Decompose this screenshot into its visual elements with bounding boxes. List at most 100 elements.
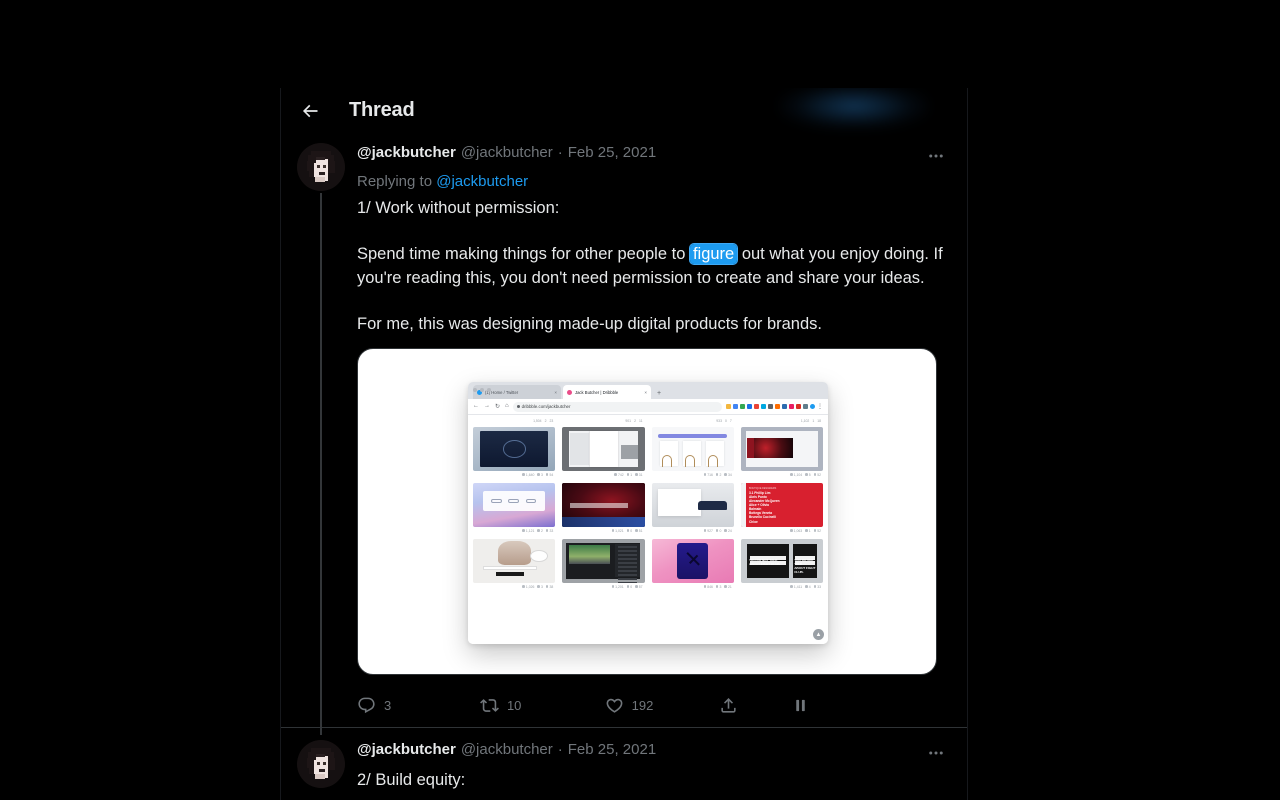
browser-reload-icon[interactable]: ↻ (495, 403, 500, 410)
avatar-pixel-portrait-icon (297, 740, 345, 788)
tweet-text-paragraph-2: Spend time making things for other peopl… (357, 242, 951, 290)
dribbble-shot-laguna-seca-poster[interactable]: 1,021 0 51 (562, 483, 645, 534)
shot-comments: 3 (537, 585, 543, 589)
retweet-button[interactable]: 10 (480, 696, 605, 715)
shot-views: 1,104 (790, 473, 802, 477)
dribbble-shot-fight-club-posters[interactable]: YOU DO NOT TALK ABOUT FIGHT CLUB. YOU DO N… (740, 539, 823, 590)
tweet-secondary[interactable]: @jackbutcher @jackbutcher · Feb 25, 2021… (281, 727, 967, 796)
shot-thumbnail[interactable] (651, 539, 734, 583)
browser-url-text: dribbble.com/jackbutcher (521, 404, 571, 409)
window-traffic-lights (473, 388, 491, 392)
shot-likes: 11 (638, 419, 643, 423)
back-button[interactable] (293, 94, 327, 128)
shot-likes: 38 (545, 585, 553, 589)
shot-thumbnail[interactable] (473, 539, 556, 583)
text-before-selection: Spend time making things for other peopl… (357, 245, 690, 263)
like-button[interactable]: 192 (605, 696, 719, 715)
dribbble-shot-motorsport-dashboard[interactable]: 1,201 0 57 (562, 539, 645, 590)
browser-nav-buttons: ← → ↻ ⌂ (473, 403, 509, 410)
dribbble-shot-brand-list-red[interactable]: BOUTIQUE DESIGNERS 3.1 Phillip Lim Akris P… (740, 483, 823, 534)
browser-tab-label: Jack Butcher | Dribbble (575, 389, 619, 395)
thread-connector-line (320, 193, 322, 735)
timestamp[interactable]: Feb 25, 2021 (568, 740, 656, 760)
shot-stats: 1,121 2 33 (473, 527, 555, 534)
reply-icon (358, 697, 375, 713)
reply-button[interactable]: 3 (357, 696, 480, 715)
avatar[interactable] (297, 143, 345, 191)
tweet-text-paragraph-3: For me, this was designing made-up digit… (357, 315, 822, 333)
selected-word-highlight[interactable]: figure (689, 244, 738, 264)
display-name[interactable]: @jackbutcher (357, 740, 456, 760)
shot-likes: 52 (813, 473, 821, 477)
shot-likes: 34 (724, 473, 732, 477)
shot-stats: 716 2 34 (652, 471, 734, 478)
shot-likes: 31 (635, 473, 643, 477)
tweet-media-image[interactable]: (1) Home / Twitter × Jack Butcher | Drib… (357, 348, 937, 675)
shot-stats: 846 3 21 (652, 583, 734, 590)
shot-comments: 5 (805, 473, 811, 477)
dribbble-shot-photo-gallery-ui[interactable]: 1,104 5 52 (740, 427, 823, 478)
shot-comments: 3 (715, 585, 721, 589)
shot-thumbnail[interactable] (651, 427, 734, 471)
shot-thumbnail[interactable] (562, 483, 645, 527)
avatar[interactable] (297, 740, 345, 788)
shot-thumbnail[interactable] (473, 427, 556, 471)
shot-views: 742 (614, 473, 624, 477)
header-glow (779, 88, 929, 130)
browser-back-icon[interactable]: ← (473, 403, 479, 410)
more-options-button[interactable] (921, 143, 951, 169)
browser-forward-icon[interactable]: → (484, 403, 490, 410)
shot-comments: 2 (715, 473, 721, 477)
scroll-to-top-button[interactable]: ▲ (813, 629, 824, 640)
dribbble-shot-car-brochure-ui[interactable]: 927 0 24 (651, 483, 734, 534)
browser-tab-dribbble[interactable]: Jack Butcher | Dribbble × (563, 385, 651, 399)
reply-count: 3 (384, 697, 392, 713)
shot-views: 1,121 (522, 529, 534, 533)
avatar-column (297, 740, 345, 796)
share-button[interactable] (719, 696, 792, 715)
more-options-button[interactable] (921, 740, 951, 766)
dribbble-shot-headphones-store-ui[interactable]: 716 2 34 (651, 427, 734, 478)
heart-icon (606, 698, 623, 713)
replying-to-line: Replying to @jackbutcher (357, 172, 951, 192)
dribbble-shot-dark-dashboard-ui[interactable]: 1,640 3 54 (473, 427, 556, 478)
shot-likes: 33 (545, 529, 553, 533)
new-tab-button[interactable]: + (657, 390, 661, 399)
browser-home-icon[interactable]: ⌂ (505, 403, 509, 410)
close-tab-icon[interactable]: × (554, 390, 557, 395)
shot-thumbnail[interactable] (562, 427, 645, 471)
shot-thumbnail[interactable] (740, 427, 823, 471)
close-tab-icon[interactable]: × (644, 390, 647, 395)
tweet-primary[interactable]: @jackbutcher @jackbutcher · Feb 25, 2021… (281, 133, 967, 735)
browser-address-bar[interactable]: dribbble.com/jackbutcher (512, 401, 722, 412)
timestamp[interactable]: Feb 25, 2021 (568, 143, 656, 163)
shot-thumbnail[interactable]: YOU DO NOT TALK ABOUT FIGHT CLUB. YOU DO N… (740, 539, 823, 583)
shot-views: 846 (703, 585, 713, 589)
shot-likes: 18 (817, 419, 821, 423)
display-name[interactable]: @jackbutcher (357, 143, 456, 163)
like-count: 192 (631, 697, 654, 713)
shot-thumbnail[interactable] (473, 483, 556, 527)
kebab-menu-icon[interactable]: ⋮ (817, 403, 823, 410)
replying-to-link[interactable]: @jackbutcher (436, 173, 528, 190)
shot-views: 1,102 (800, 419, 810, 423)
browser-toolbar: ← → ↻ ⌂ dribbble.com/jackbutcher ⋮ (468, 399, 828, 415)
dribbble-shot-fashion-ecommerce[interactable]: 1,026 3 38 (473, 539, 556, 590)
dribbble-shot-smart-home-ui[interactable]: 1,121 2 33 (473, 483, 556, 534)
dribbble-favicon-icon (567, 389, 572, 395)
handle: @jackbutcher (460, 741, 553, 758)
share-icon (721, 697, 736, 713)
tweet-body: @jackbutcher @jackbutcher · Feb 25, 2021… (345, 143, 951, 727)
shot-comments: 4 (805, 585, 811, 589)
shot-thumbnail[interactable]: BOUTIQUE DESIGNERS 3.1 Phillip Lim Akris P… (740, 483, 823, 527)
bookmark-button[interactable] (792, 697, 809, 714)
tweet-action-bar: 3 10 192 (357, 687, 809, 723)
dribbble-shot-airline-app[interactable]: 846 3 21 (651, 539, 734, 590)
tweet-text-line-1: 2/ Build equity: (357, 771, 466, 789)
dribbble-shot-document-editor-ui[interactable]: 742 1 31 (562, 427, 645, 478)
shot-stats: 1,021 0 51 (562, 527, 644, 534)
shot-thumbnail[interactable] (562, 539, 645, 583)
shot-comments: 1 (626, 473, 632, 477)
shot-comments: 2 (634, 419, 636, 423)
shot-thumbnail[interactable] (651, 483, 734, 527)
